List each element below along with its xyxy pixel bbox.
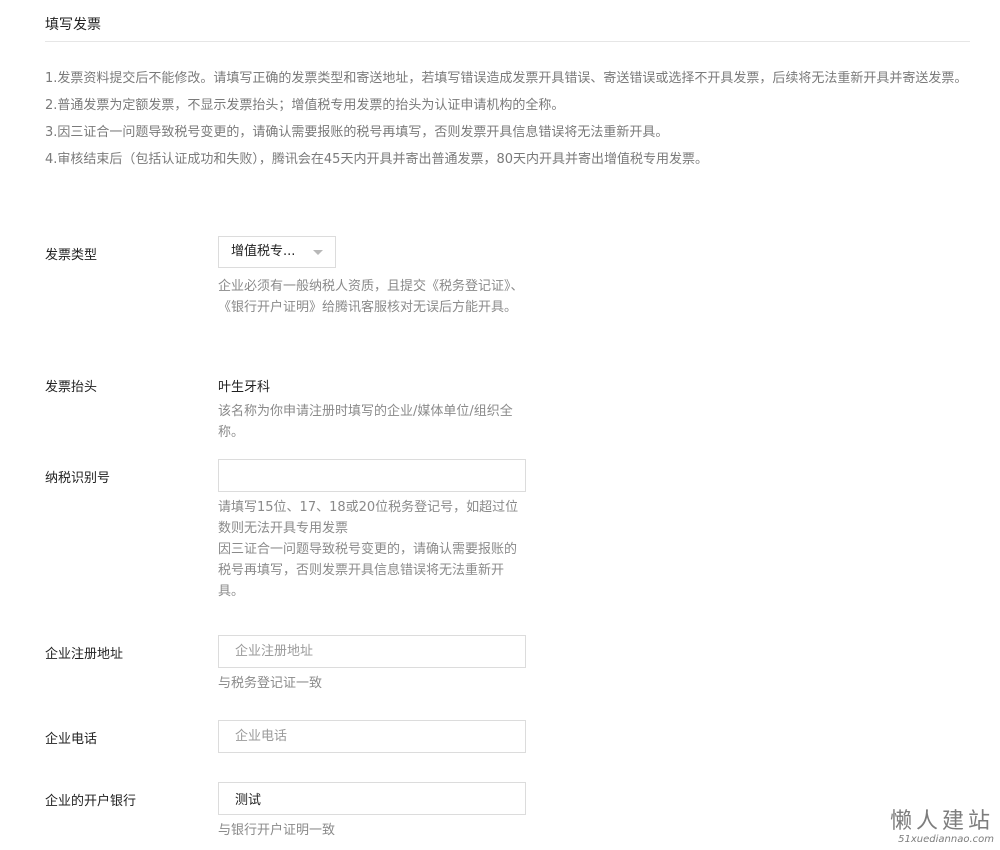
invoice-header-value: 叶生牙科: [218, 380, 271, 395]
tax-id-label: 纳税识别号: [45, 471, 111, 486]
invoice-type-help: 企业必须有一般纳税人资质，且提交《税务登记证》、《银行开户证明》给腾讯客服核对无…: [218, 279, 524, 315]
invoice-type-label: 发票类型: [45, 248, 98, 263]
bank-input[interactable]: [218, 782, 526, 815]
notes-list: 1.发票资料提交后不能修改。请填写正确的发票类型和寄送地址，若填写错误造成发票开…: [45, 68, 970, 176]
watermark-logo: 懒人建站 51xuediannao.com: [890, 810, 994, 846]
invoice-type-selected-value: 增值税专...: [231, 244, 296, 259]
note-item: 4.审核结束后（包括认证成功和失败），腾讯会在45天内开具并寄出普通发票，80天…: [45, 152, 708, 167]
note-item: 3.因三证合一问题导致税号变更的，请确认需要报账的税号再填写，否则发票开具信息错…: [45, 125, 669, 140]
note-item: 1.发票资料提交后不能修改。请填写正确的发票类型和寄送地址，若填写错误造成发票开…: [45, 71, 968, 86]
tax-id-help-line: 请填写15位、17、18或20位税务登记号，如超过位数则无法开具专用发票: [218, 500, 519, 536]
reg-address-input[interactable]: [218, 635, 526, 668]
tax-id-help-line: 因三证合一问题导致税号变更的，请确认需要报账的税号再填写，否则发票开具信息错误将…: [218, 542, 518, 599]
invoice-header-label: 发票抬头: [45, 380, 98, 395]
reg-address-label: 企业注册地址: [45, 647, 124, 662]
phone-input[interactable]: [218, 720, 526, 753]
invoice-form-page: 填写发票 1.发票资料提交后不能修改。请填写正确的发票类型和寄送地址，若填写错误…: [0, 0, 1000, 850]
chevron-down-icon: [313, 250, 323, 255]
bank-label: 企业的开户银行: [45, 794, 137, 809]
watermark-url: 51xuediannao.com: [898, 834, 994, 845]
title-divider: [45, 41, 970, 42]
watermark-text: 懒人建站: [889, 809, 994, 834]
note-item: 2.普通发票为定额发票，不显示发票抬头；增值税专用发票的抬头为认证申请机构的全称…: [45, 98, 565, 113]
bank-help: 与银行开户证明一致: [218, 823, 336, 838]
reg-address-help: 与税务登记证一致: [218, 676, 323, 691]
invoice-header-help: 该名称为你申请注册时填写的企业/媒体单位/组织全称。: [218, 404, 513, 440]
tax-id-input[interactable]: [218, 459, 526, 492]
tax-id-help: 请填写15位、17、18或20位税务登记号，如超过位数则无法开具专用发票 因三证…: [218, 497, 528, 602]
section-title: 填写发票: [45, 17, 101, 33]
invoice-type-select[interactable]: 增值税专...: [218, 236, 336, 268]
phone-label: 企业电话: [45, 732, 98, 747]
